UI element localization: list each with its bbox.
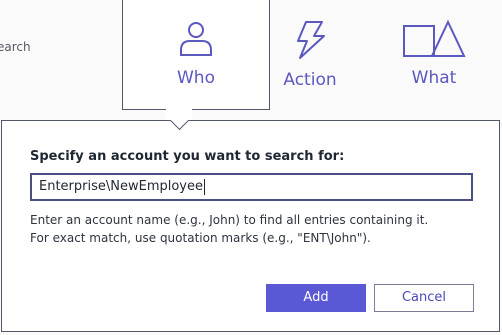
user-icon	[177, 20, 215, 58]
dialog-pointer-cover	[166, 108, 192, 120]
tab-what[interactable]: What	[398, 0, 470, 110]
account-input-value: Enterprise\NewEmployee	[39, 179, 203, 194]
help-line-2: For exact match, use quotation marks (e.…	[30, 231, 371, 245]
tab-what-label: What	[411, 68, 457, 88]
tab-action[interactable]: Action	[270, 0, 350, 110]
dialog-prompt: Specify an account you want to search fo…	[30, 149, 345, 164]
account-dialog: Specify an account you want to search fo…	[1, 120, 500, 332]
help-line-1: Enter an account name (e.g., John) to fi…	[30, 213, 429, 227]
account-input[interactable]: Enterprise\NewEmployee	[30, 173, 473, 201]
search-label: earch	[0, 40, 31, 54]
text-caret	[204, 178, 205, 195]
tab-action-label: Action	[283, 70, 337, 90]
add-button[interactable]: Add	[266, 284, 366, 312]
shapes-icon	[402, 20, 466, 58]
lightning-icon	[294, 20, 326, 60]
help-text: Enter an account name (e.g., John) to fi…	[30, 211, 428, 247]
tab-who[interactable]: Who	[122, 0, 270, 110]
cancel-button[interactable]: Cancel	[374, 284, 474, 312]
tab-who-label: Who	[177, 68, 215, 88]
